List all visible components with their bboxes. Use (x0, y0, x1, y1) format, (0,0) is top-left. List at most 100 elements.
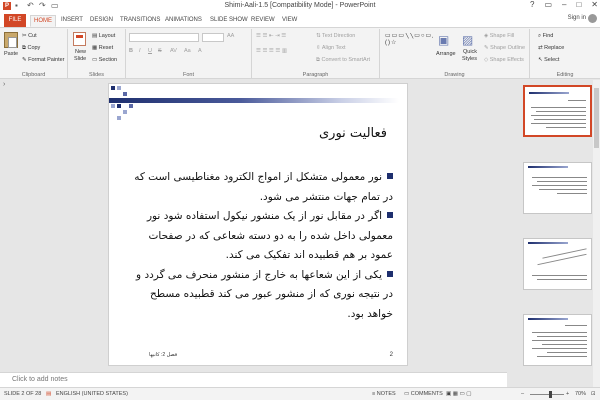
tab-file[interactable]: FILE (4, 14, 26, 27)
decor-square (111, 86, 115, 90)
convert-smartart-button[interactable]: ⧉ Convert to SmartArt (316, 57, 370, 64)
format-painter-button[interactable]: ✎ Format Painter (22, 57, 65, 63)
minimize-icon[interactable]: – (562, 0, 566, 9)
current-slide[interactable]: فعالیت نوری نور معمولی متشکل از امواج ال… (108, 83, 408, 366)
zoom-level[interactable]: 70% (575, 391, 586, 397)
zoom-in-button[interactable]: + (566, 391, 569, 397)
spell-check-icon[interactable]: ▤ (46, 391, 51, 397)
normal-view-icon[interactable]: ▣ (446, 391, 451, 397)
character-spacing-icon[interactable]: AV (170, 48, 177, 54)
slideshow-view-icon[interactable]: ▢ (466, 391, 471, 397)
find-button[interactable]: ⌕ Find (538, 33, 553, 40)
bold-button[interactable]: B (129, 48, 133, 54)
tab-insert[interactable]: INSERT (61, 15, 83, 27)
zoom-slider-handle[interactable] (549, 391, 552, 398)
shape-effects-button[interactable]: ◇ Shape Effects (484, 57, 524, 63)
slide-sorter-icon[interactable]: ▦ (453, 391, 458, 397)
notes-placeholder[interactable]: Click to add notes (12, 376, 68, 383)
thumbnail-slide-5[interactable] (523, 314, 592, 366)
change-case-icon[interactable]: Aa (184, 48, 191, 54)
tab-view[interactable]: VIEW (282, 15, 297, 27)
fit-slide-icon[interactable]: ⊡ (591, 391, 596, 397)
bullets-icon[interactable]: ☰ ☰ ⇤ ⇥ ☰ (256, 33, 286, 39)
text-direction-icon: ⇅ (316, 33, 321, 39)
reset-button[interactable]: ▦ Reset (92, 45, 113, 51)
view-buttons[interactable]: ▣ ▦ ▭ ▢ (446, 391, 471, 397)
decor-square (117, 116, 121, 120)
comments-button[interactable]: ▭ COMMENTS (404, 391, 443, 397)
scissors-icon: ✂ (22, 33, 27, 39)
close-icon[interactable]: ✕ (591, 0, 598, 9)
font-size-box[interactable] (202, 33, 224, 42)
layout-label: Layout (98, 33, 116, 39)
slide-footer: فصل 2: کانیها (149, 352, 178, 358)
expand-chevron-icon[interactable]: › (3, 81, 5, 88)
font-name-box[interactable] (129, 33, 199, 42)
new-slide-icon[interactable] (73, 32, 86, 46)
copy-button[interactable]: ⧉ Copy (22, 45, 40, 52)
new-slide-label-2[interactable]: Slide (74, 56, 86, 62)
alignment-icon[interactable]: ☰ ☰ ☰ ☰ ▥ (256, 48, 287, 54)
arrange-icon[interactable]: ▣ (438, 33, 449, 47)
reading-view-icon[interactable]: ▭ (459, 391, 464, 397)
font-color-button[interactable]: A (198, 48, 202, 54)
shapes-gallery[interactable]: ▭▭▭╲╲▭○▭△⌐⌐↓◁◇⇨⇩☆⌒{}()☆ (385, 33, 433, 63)
new-slide-label-1[interactable]: New (75, 49, 86, 55)
pen-icon: ✎ (484, 45, 489, 51)
tab-review[interactable]: REVIEW (251, 15, 275, 27)
font-grow-shrink[interactable]: AA (227, 33, 234, 39)
select-button[interactable]: ↖ Select (538, 57, 559, 63)
tab-animations[interactable]: ANIMATIONS (165, 15, 202, 27)
notes-toggle-button[interactable]: ≡ NOTES (372, 391, 396, 397)
arrange-button[interactable]: Arrange (436, 51, 456, 57)
thumbnail-slide-4[interactable] (523, 238, 592, 290)
slides-group: New Slide ▤ Layout ▦ Reset ▭ Section Sli… (68, 29, 126, 78)
cut-button[interactable]: ✂ Cut (22, 33, 37, 39)
tab-design[interactable]: DESIGN (90, 15, 113, 27)
ribbon-display-icon[interactable]: ▭ (544, 0, 552, 9)
decor-square (123, 110, 127, 114)
language-indicator[interactable]: ENGLISH (UNITED STATES) (56, 391, 128, 397)
italic-button[interactable]: I (139, 48, 141, 54)
shape-fill-button[interactable]: ◈ Shape Fill (484, 33, 514, 39)
tab-home[interactable]: HOME (30, 15, 56, 27)
copy-label: Copy (27, 45, 41, 51)
zoom-out-button[interactable]: – (521, 391, 524, 397)
ribbon: Paste ✂ Cut ⧉ Copy ✎ Format Painter Clip… (0, 27, 600, 79)
underline-button[interactable]: U (148, 48, 152, 54)
zoom-slider[interactable] (530, 394, 564, 395)
help-icon[interactable]: ? (530, 0, 534, 9)
tab-transitions[interactable]: TRANSITIONS (120, 15, 160, 27)
text-direction-button[interactable]: ⇅ Text Direction (316, 33, 355, 39)
thumbnail-slide-3[interactable] (523, 162, 592, 214)
slide-title[interactable]: فعالیت نوری (319, 126, 387, 141)
effects-icon: ◇ (484, 57, 489, 63)
scrollbar-thumb[interactable] (594, 88, 599, 148)
notes-pane[interactable]: Click to add notes (0, 372, 507, 387)
slide-body[interactable]: نور معمولی متشکل از امواج الکترود مغناطی… (127, 168, 393, 324)
tab-slide-show[interactable]: SLIDE SHOW (210, 15, 248, 27)
quick-styles-label-2[interactable]: Styles (462, 56, 477, 62)
avatar[interactable] (588, 14, 597, 23)
replace-button[interactable]: ⇄ Replace (538, 45, 564, 51)
thumbnails-scrollbar[interactable] (593, 80, 600, 387)
section-button[interactable]: ▭ Section (92, 57, 117, 63)
strikethrough-button[interactable]: S (158, 48, 162, 54)
bullet-text: نور معمولی متشکل از امواج الکترود مغناطی… (134, 171, 393, 203)
paste-button[interactable]: Paste (4, 51, 18, 57)
maximize-icon[interactable]: □ (576, 0, 581, 9)
align-text-button[interactable]: ⇳ Align Text (316, 45, 346, 51)
quick-styles-icon[interactable]: ▨ (462, 33, 473, 47)
thumb-diagram-line (542, 248, 587, 259)
bullet-square-icon (387, 212, 393, 218)
magnifier-icon: ⌕ (538, 33, 542, 39)
thumbnail-slide-2[interactable] (523, 85, 592, 137)
layout-button[interactable]: ▤ Layout (92, 33, 115, 39)
sign-in-link[interactable]: Sign in (568, 15, 586, 21)
paste-icon[interactable] (4, 32, 18, 48)
shape-outline-button[interactable]: ✎ Shape Outline (484, 45, 525, 51)
quick-styles-label-1[interactable]: Quick (463, 49, 477, 55)
reset-label: Reset (98, 45, 114, 51)
thumb-line (534, 119, 586, 120)
status-bar: SLIDE 2 OF 28 ▤ ENGLISH (UNITED STATES) … (0, 387, 600, 400)
